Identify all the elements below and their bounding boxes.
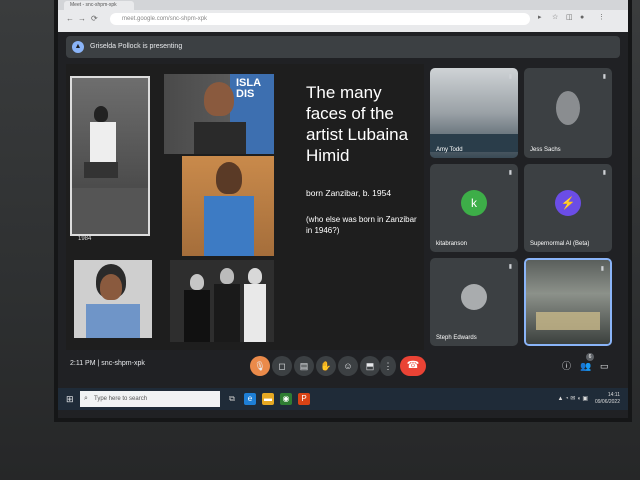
present-icon[interactable]: ⬒ [360, 356, 380, 376]
search-placeholder: Type here to search [94, 396, 148, 402]
participant-tile-supernormal[interactable]: ⚡ ▮ Supernormal AI (Beta) [524, 164, 612, 252]
menu-icon[interactable]: ⋮ [598, 13, 605, 23]
shared-slide: 1984 ISLA DIS The many faces of the arti… [66, 64, 424, 350]
info-icon[interactable]: ⓘ [562, 360, 571, 372]
meeting-info-separator: | [97, 360, 100, 367]
powerpoint-icon[interactable]: P [298, 393, 310, 405]
search-icon: ⌕ [84, 395, 88, 402]
hang-up-button[interactable]: ☎ [400, 356, 426, 376]
taskbar-date: 09/06/2022 [594, 399, 620, 405]
browser-tab[interactable]: Meet - snc-shpm-xpk [64, 1, 134, 10]
taskbar-search[interactable]: ⌕ Type here to search [80, 391, 220, 407]
reload-button[interactable]: ⟳ [91, 14, 98, 24]
camera-icon[interactable]: ◻ [272, 356, 292, 376]
people-icon[interactable]: 👥 [580, 360, 591, 372]
raise-hand-icon[interactable]: ✋ [316, 356, 336, 376]
mic-icon[interactable]: 🎙 [250, 356, 270, 376]
edge-icon[interactable]: e [244, 393, 256, 405]
participant-avatar [556, 90, 580, 125]
photo-glasses-poster: ISLA DIS [164, 74, 274, 154]
slide-subtitle: born Zanzibar, b. 1954 [306, 188, 392, 198]
photo-group [170, 260, 274, 342]
photo-portrait [74, 260, 152, 338]
more-icon[interactable]: ⋮ [380, 356, 396, 376]
system-tray-icons[interactable]: ▲ ◔ ✉ ◖ ▣ [557, 395, 588, 402]
participant-tile-amy-todd[interactable]: ▮ Amy Todd [430, 68, 518, 158]
participant-name: Jess Sachs [530, 147, 561, 153]
taskbar-time: 14:11 [607, 392, 620, 398]
participant-name: Supernormal AI (Beta) [530, 241, 590, 247]
tab-strip: Meet - snc-shpm-xpk [58, 0, 628, 10]
presenter-text: Griselda Pollock is presenting [90, 43, 183, 50]
back-button[interactable]: ← [66, 14, 74, 24]
mic-muted-icon: ▮ [602, 74, 606, 80]
mic-muted-icon: ▮ [508, 170, 512, 176]
participant-name: Amy Todd [436, 147, 463, 153]
meeting-info: 2:11 PM | snc-shpm-xpk [70, 358, 145, 370]
star-icon[interactable]: ☆ [552, 13, 558, 23]
captions-icon[interactable]: ▤ [294, 356, 314, 376]
self-view-tile[interactable]: ▮ [524, 258, 612, 346]
present-icon: ▲ [72, 41, 84, 53]
participant-tile-steph-edwards[interactable]: ▮ Steph Edwards [430, 258, 518, 346]
extensions-icon[interactable]: ◫ [566, 13, 573, 23]
photo-caption: 1984 [78, 236, 92, 242]
photo-bw-seated [70, 76, 150, 236]
chat-icon[interactable]: ▭ [600, 360, 609, 372]
mic-muted-icon: ▮ [508, 264, 512, 270]
participant-name: kitabranson [436, 241, 468, 247]
emoji-icon[interactable]: ☺ [338, 356, 358, 376]
participant-count-badge: 6 [586, 353, 594, 361]
chrome-icon[interactable]: ◉ [280, 393, 292, 405]
participant-tile-jess-sachs[interactable]: ▮ Jess Sachs [524, 68, 612, 158]
task-view-icon[interactable]: ⧉ [226, 393, 238, 405]
projected-screen: Meet - snc-shpm-xpk ← → ⟳ meet.google.co… [58, 0, 628, 418]
forward-button[interactable]: → [78, 14, 86, 24]
slide-title: The many faces of the artist Lubaina Him… [306, 83, 409, 165]
address-bar[interactable]: meet.google.com/snc-shpm-xpk [110, 13, 530, 25]
mic-muted-icon: ▮ [600, 266, 604, 272]
presenter-banner: ▲ Griselda Pollock is presenting [66, 36, 620, 58]
profile-icon[interactable]: ● [580, 13, 584, 23]
meeting-time: 2:11 PM [70, 360, 96, 367]
supernormal-logo-icon: ⚡ [555, 189, 581, 216]
windows-start-icon[interactable]: ⊞ [66, 394, 74, 404]
slide-question: (who else was born in Zanzibar in 1946?) [306, 215, 417, 235]
mic-muted-icon: ▮ [508, 74, 512, 80]
photo-blue-shirt [182, 156, 274, 256]
participant-avatar [461, 283, 487, 310]
browser-chrome: Meet - snc-shpm-xpk ← → ⟳ meet.google.co… [58, 0, 628, 32]
poster-text: ISLA DIS [236, 77, 261, 100]
meeting-code: snc-shpm-xpk [101, 360, 145, 367]
share-icon[interactable]: ▸ [538, 13, 542, 23]
file-explorer-icon[interactable]: ▬ [262, 393, 274, 405]
participant-avatar: k [461, 189, 487, 216]
mic-muted-icon: ▮ [602, 170, 606, 176]
participant-tile-kitabranson[interactable]: k ▮ kitabranson [430, 164, 518, 252]
participant-name: Steph Edwards [436, 335, 477, 341]
windows-taskbar: ⊞ ⌕ Type here to search ⧉ e ▬ ◉ P ▲ ◔ ✉ … [58, 388, 628, 410]
taskbar-clock[interactable]: 14:11 09/06/2022 [595, 392, 620, 406]
